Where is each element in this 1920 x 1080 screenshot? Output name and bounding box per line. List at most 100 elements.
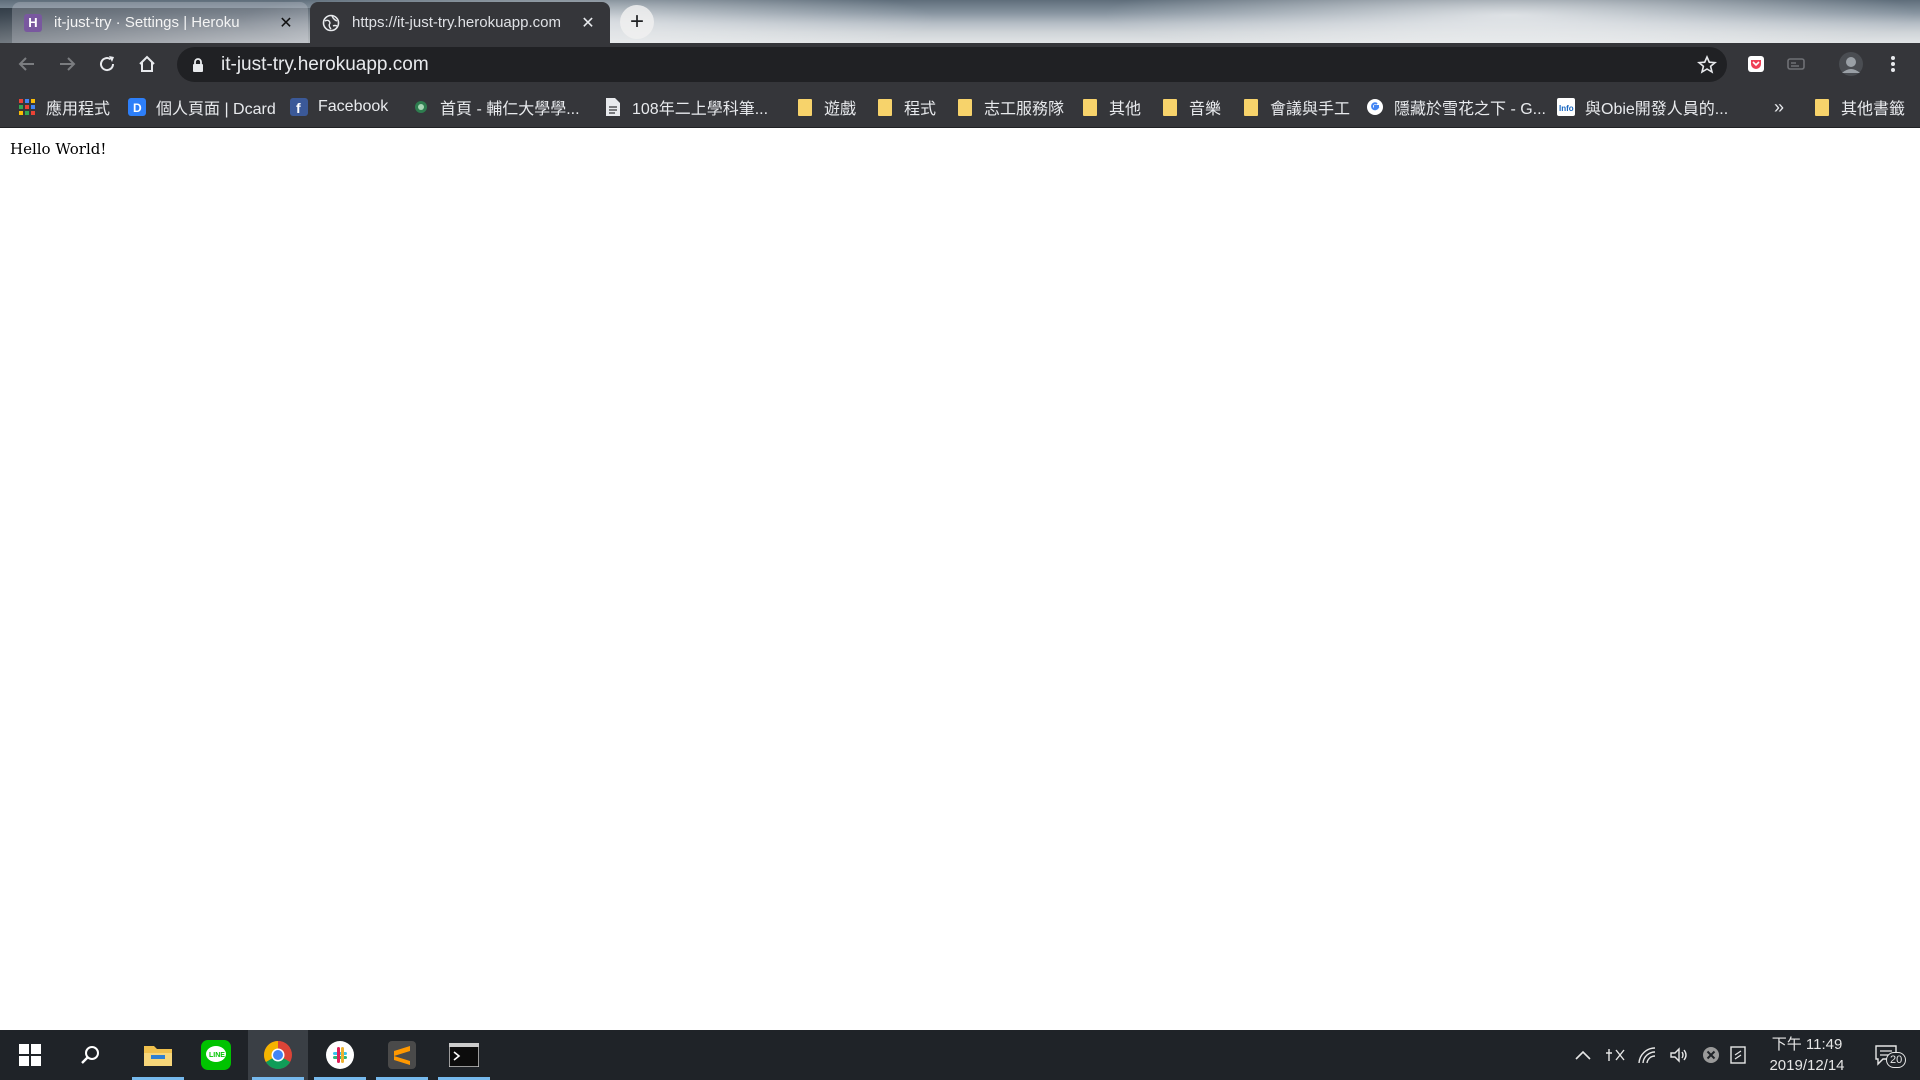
svg-text:Info: Info	[1559, 104, 1574, 113]
taskbar-slack[interactable]	[310, 1030, 370, 1080]
bookmark-obie[interactable]: Info 與Obie開發人員的...	[1557, 86, 1728, 128]
folder-icon	[796, 98, 814, 116]
ime-icon[interactable]	[1600, 1030, 1630, 1080]
svg-text:LINE: LINE	[209, 1052, 225, 1059]
bookmark-label: 隱藏於雪花之下 - G...	[1394, 101, 1547, 118]
bookmark-label: 應用程式	[46, 101, 111, 118]
info-icon: Info	[1557, 98, 1575, 116]
folder-icon	[1161, 98, 1179, 116]
wifi-icon[interactable]	[1632, 1030, 1662, 1080]
facebook-icon: f	[290, 98, 308, 116]
home-button[interactable]	[131, 48, 163, 80]
file-explorer-icon	[144, 1046, 172, 1066]
home-icon	[139, 55, 155, 72]
start-icon	[19, 1044, 41, 1066]
taskbar-file-explorer[interactable]	[128, 1030, 188, 1080]
address-bar[interactable]: it-just-try.herokuapp.com	[177, 47, 1727, 82]
search-icon	[81, 1046, 99, 1064]
start-button[interactable]	[0, 1030, 60, 1080]
wallpaper-cloud	[1100, 0, 1920, 43]
tray-chevron-up-icon[interactable]	[1568, 1030, 1598, 1080]
site-icon	[412, 98, 430, 116]
pocket-extension-icon[interactable]	[1741, 49, 1771, 79]
page-content: Hello World!	[0, 128, 1920, 1030]
reload-icon	[100, 56, 115, 72]
volume-icon[interactable]	[1664, 1030, 1694, 1080]
bookmark-label: 音樂	[1189, 101, 1222, 118]
bookmark-label: 會議與手工	[1270, 101, 1351, 118]
action-center-button[interactable]: 20	[1866, 1030, 1907, 1080]
folder-icon	[1242, 98, 1260, 116]
bookmarks-overflow-button[interactable]: »	[1774, 86, 1784, 128]
bookmark-label: 108年二上學科筆...	[632, 101, 769, 118]
svg-text:f: f	[296, 100, 301, 116]
bookmark-google[interactable]: 隱藏於雪花之下 - G...	[1366, 86, 1546, 128]
search-button[interactable]	[60, 1030, 120, 1080]
menu-kebab-icon[interactable]	[1878, 49, 1908, 79]
bookmark-label: 其他書籤	[1841, 101, 1906, 118]
folder-icon	[956, 98, 974, 116]
tab-heroku-settings[interactable]: H it-just-try · Settings | Heroku ✕	[12, 2, 308, 43]
bookmark-label: 志工服務隊	[984, 101, 1065, 118]
clock-date: 2019/12/14	[1769, 1057, 1845, 1074]
bookmark-folder-other[interactable]: 其他	[1081, 86, 1141, 128]
close-circle-icon[interactable]	[1696, 1030, 1726, 1080]
bookmark-dcard[interactable]: D 個人頁面 | Dcard	[128, 86, 276, 128]
chrome-icon	[264, 1041, 292, 1069]
bookmark-label: Facebook	[318, 98, 389, 115]
bookmark-label: 其他	[1109, 101, 1142, 118]
folder-icon	[1813, 98, 1831, 116]
bookmark-notes[interactable]: 108年二上學科筆...	[604, 86, 768, 128]
forward-arrow-icon	[60, 57, 76, 71]
bookmark-other-bookmarks[interactable]: 其他書籤	[1813, 86, 1905, 128]
bookmark-folder-code[interactable]: 程式	[876, 86, 936, 128]
heroku-icon: H	[24, 13, 42, 32]
close-tab-icon[interactable]: ✕	[276, 13, 296, 33]
back-button[interactable]	[11, 48, 43, 80]
terminal-icon	[449, 1043, 479, 1067]
tab-title: it-just-try · Settings | Heroku	[54, 14, 240, 31]
bookmarks-bar: 應用程式 D 個人頁面 | Dcard f Facebook 首頁 - 輔仁大學…	[0, 86, 1920, 128]
taskbar-clock[interactable]: 下午 11:49 2019/12/14	[1752, 1034, 1862, 1076]
new-tab-button[interactable]: +	[620, 5, 654, 39]
bookmark-label: 程式	[904, 101, 937, 118]
browser-toolbar: it-just-try.herokuapp.com	[0, 43, 1920, 86]
lock-icon[interactable]	[191, 57, 205, 73]
folder-icon	[1081, 98, 1099, 116]
sublime-text-icon	[388, 1041, 416, 1069]
bookmark-apps[interactable]: 應用程式	[18, 86, 110, 128]
notification-count-badge: 20	[1886, 1052, 1907, 1068]
tab-title: https://it-just-try.herokuapp.com	[352, 14, 561, 31]
bookmark-fju[interactable]: 首頁 - 輔仁大學學...	[412, 86, 580, 128]
bookmark-star-icon[interactable]	[1697, 54, 1717, 75]
bookmark-folder-volunteer[interactable]: 志工服務隊	[956, 86, 1064, 128]
taskbar-chrome[interactable]	[248, 1030, 308, 1080]
extension-icon[interactable]	[1781, 49, 1811, 79]
reload-button[interactable]	[91, 48, 123, 80]
tab-herokuapp[interactable]: https://it-just-try.herokuapp.com ✕	[310, 2, 610, 43]
taskbar-line[interactable]: LINE	[186, 1030, 246, 1080]
line-icon: LINE	[201, 1040, 231, 1070]
profile-avatar[interactable]	[1836, 49, 1866, 79]
svg-text:D: D	[133, 101, 142, 115]
forward-button[interactable]	[51, 48, 83, 80]
folder-icon	[876, 98, 894, 116]
bookmark-facebook[interactable]: f Facebook	[290, 86, 388, 128]
bookmark-folder-games[interactable]: 遊戲	[796, 86, 856, 128]
bookmark-folder-crafts[interactable]: 會議與手工	[1242, 86, 1350, 128]
apps-grid-icon	[18, 98, 36, 116]
bookmark-label: 與Obie開發人員的...	[1585, 101, 1729, 118]
tab-strip: H it-just-try · Settings | Heroku ✕ http…	[0, 0, 1920, 43]
back-arrow-icon	[18, 57, 34, 71]
taskbar-terminal[interactable]	[434, 1030, 494, 1080]
slack-icon	[326, 1041, 354, 1069]
address-url[interactable]: it-just-try.herokuapp.com	[221, 54, 1697, 76]
bookmark-folder-music[interactable]: 音樂	[1161, 86, 1221, 128]
tablet-mode-icon[interactable]	[1724, 1030, 1752, 1080]
bookmark-label: 個人頁面 | Dcard	[156, 101, 276, 118]
taskbar-sublime-text[interactable]	[372, 1030, 432, 1080]
dcard-icon: D	[128, 98, 146, 116]
google-icon	[1366, 98, 1384, 116]
bookmark-label: 遊戲	[824, 101, 857, 118]
close-tab-icon[interactable]: ✕	[578, 13, 598, 33]
